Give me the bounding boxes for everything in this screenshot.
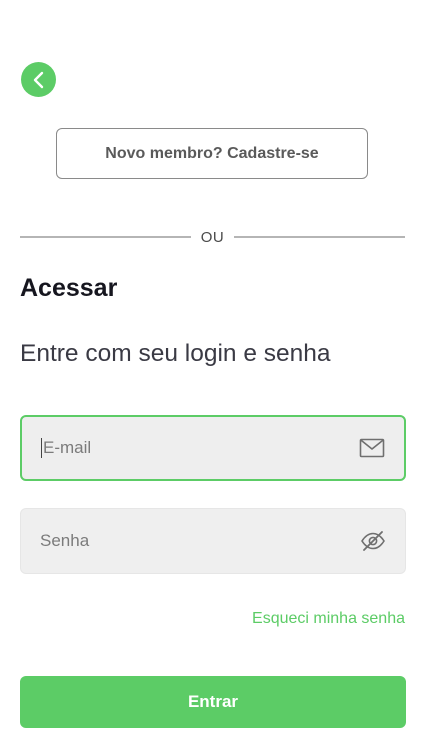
password-input[interactable] bbox=[40, 531, 359, 551]
eye-off-icon[interactable] bbox=[359, 527, 387, 555]
email-input[interactable] bbox=[43, 438, 358, 458]
or-divider: OU bbox=[20, 226, 405, 248]
login-submit-button[interactable]: Entrar bbox=[20, 676, 406, 728]
back-button[interactable] bbox=[21, 62, 56, 97]
signup-button[interactable]: Novo membro? Cadastre-se bbox=[56, 128, 368, 179]
password-field[interactable] bbox=[20, 508, 406, 574]
mail-icon bbox=[358, 434, 386, 462]
divider-line-right bbox=[234, 236, 405, 238]
page-title: Acessar bbox=[20, 274, 118, 302]
text-caret bbox=[41, 438, 42, 458]
forgot-password-link[interactable]: Esqueci minha senha bbox=[252, 610, 405, 628]
divider-label: OU bbox=[200, 228, 225, 246]
email-field[interactable] bbox=[20, 415, 406, 481]
divider-line-left bbox=[20, 236, 191, 238]
page-subtitle: Entre com seu login e senha bbox=[20, 340, 331, 367]
chevron-left-icon bbox=[33, 71, 43, 88]
